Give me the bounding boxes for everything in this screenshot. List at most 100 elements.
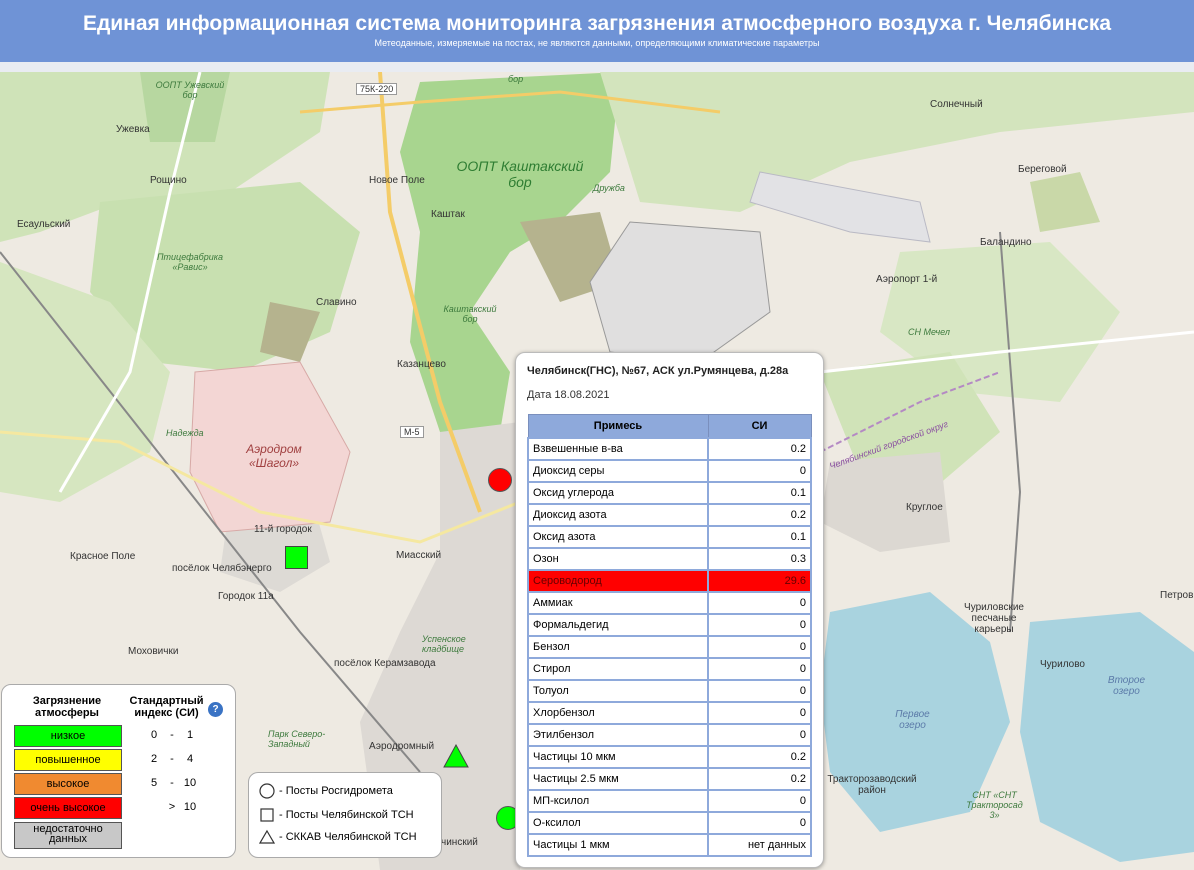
legend-range-to: 10 — [183, 801, 197, 813]
legend-swatch: повышенное — [14, 749, 122, 771]
map-label-uspenskoe: Успенское кладбище — [422, 634, 466, 654]
page-subtitle: Метеоданные, измеряемые на постах, не яв… — [374, 38, 820, 48]
map-label-sn-mechel: СН Мечел — [908, 327, 950, 337]
legend-range-sep: - — [170, 777, 174, 789]
map-label-miassky: Миасский — [396, 550, 442, 561]
pollutant-name: Частицы 10 мкм — [527, 745, 709, 769]
help-icon[interactable]: ? — [208, 702, 223, 717]
pollutant-row: Толуол 0 — [527, 679, 812, 703]
map-label-slavino: Славино — [316, 297, 357, 308]
map-label-airport1: Аэропорт 1-й — [876, 274, 938, 285]
map-label-solnechny: Солнечный — [930, 99, 983, 110]
map-label-krasnoe-pole: Красное Поле — [70, 551, 136, 562]
station-type-legend: - Посты Росгидромета - Посты Челябинской… — [248, 772, 442, 858]
legend-range-to: 10 — [183, 777, 197, 789]
pollutant-si-value: 0 — [707, 789, 812, 813]
map-label-chinsky: чинский — [441, 837, 478, 848]
pollutant-row: Стирол 0 — [527, 657, 812, 681]
legend-swatch: недостаточно данных — [14, 822, 122, 849]
pollutant-si-value: 0.2 — [707, 437, 812, 461]
map-label-mokhovichki: Моховички — [128, 646, 179, 657]
legend-label-skkav: - СККАВ Челябинской ТСН — [279, 831, 417, 843]
pollutant-si-value: 0 — [707, 657, 812, 681]
pollution-legend: Загрязнение атмосферы Стандартный индекс… — [1, 684, 236, 858]
legend-heading-pollution: Загрязнение атмосферы — [32, 695, 102, 719]
map-label-bor-top: бор — [508, 74, 524, 84]
legend-range-sep: - — [170, 729, 174, 741]
pollutant-name: Взвешенные в-ва — [527, 437, 709, 461]
pollutant-row: Оксид углерода 0.1 — [527, 481, 812, 505]
legend-heading-index: Стандартный индекс (СИ) — [129, 695, 204, 719]
pollutant-si-value: 0 — [707, 811, 812, 835]
pollutant-row: Этилбензол 0 — [527, 723, 812, 747]
pollutant-row: Частицы 10 мкм 0.2 — [527, 745, 812, 769]
map-label-aerodrom-shagol: Аэродром «Шагол» — [246, 442, 302, 470]
station-marker-triangle-green[interactable] — [443, 744, 469, 768]
station-marker-square-green[interactable] — [285, 546, 308, 569]
pollutant-name: О-ксилол — [527, 811, 709, 835]
legend-range-to: 1 — [186, 729, 194, 741]
pollutant-table: Примесь СИ Взвешенные в-ва 0.2 Диоксид сер… — [527, 414, 812, 857]
map-label-roschino: Рощино — [150, 175, 187, 186]
legend-range: >10 — [142, 801, 202, 813]
pollutant-si-value: 0.1 — [707, 525, 812, 549]
map-label-kashtak: Каштак — [431, 209, 465, 220]
pollutant-si-value: 0.2 — [707, 767, 812, 791]
pollutant-si-value: 0 — [707, 635, 812, 659]
legend-range-from: 5 — [150, 777, 158, 789]
legend-range-from: 0 — [150, 729, 158, 741]
legend-range-from: 2 — [150, 753, 158, 765]
map-label-lake2: Второе озеро — [1107, 675, 1146, 697]
pollutant-si-value: 0 — [707, 723, 812, 747]
map-label-esaulsky: Есаульский — [17, 219, 71, 230]
map-label-kashtaksky-bor-small: Каштакский бор — [443, 304, 497, 324]
column-header-si: СИ — [707, 414, 812, 439]
map-label-uzhevka: Ужевка — [116, 124, 150, 135]
header-separator — [0, 62, 1194, 72]
station-marker-circle-red[interactable] — [488, 468, 512, 492]
legend-range-sep: > — [168, 801, 176, 813]
map-label-chelyabenergo: посёлок Челябэнерго — [172, 563, 272, 574]
pollutant-si-value: нет данных — [707, 833, 812, 857]
pollutant-row: Формальдегид 0 — [527, 613, 812, 637]
legend-row-rosgidromet: - Посты Росгидромета — [259, 783, 393, 799]
pollutant-name: Хлорбензол — [527, 701, 709, 725]
map-label-gorodok11a: Городок 11а — [218, 591, 274, 602]
map-label-ptitsefabrika: Птицефабрика «Равис» — [157, 252, 223, 272]
legend-range: 5-10 — [142, 777, 202, 789]
map-label-kashtaksky-bor: ООПТ Каштакский бор — [456, 158, 584, 190]
pollutant-row: Частицы 2.5 мкм 0.2 — [527, 767, 812, 791]
legend-swatch: высокое — [14, 773, 122, 795]
legend-range-sep: - — [170, 753, 174, 765]
map-label-churilovo: Чурилово — [1040, 659, 1085, 670]
pollutant-name: Аммиак — [527, 591, 709, 615]
map-label-nadezhda: Надежда — [166, 428, 204, 438]
pollutant-name: Бензол — [527, 635, 709, 659]
map-label-petrov: Петров — [1160, 590, 1194, 601]
map-label-balandino: Баландино — [980, 237, 1032, 248]
pollutant-row: Взвешенные в-ва 0.2 — [527, 437, 812, 461]
triangle-icon — [259, 829, 275, 844]
legend-label-tsn: - Посты Челябинской ТСН — [279, 809, 414, 821]
map-label-lake1: Первое озеро — [895, 709, 930, 731]
pollutant-si-value: 0 — [707, 701, 812, 725]
pollutant-name: Диоксид серы — [527, 459, 709, 483]
pollutant-row: Диоксид азота 0.2 — [527, 503, 812, 527]
legend-swatch: низкое — [14, 725, 122, 747]
page-title: Единая информационная система мониторинг… — [82, 12, 1112, 35]
map-label-snt: СНТ «СНТ Трактороса­д 3» — [966, 790, 1023, 820]
square-icon — [260, 808, 274, 822]
pollutant-name: Оксид углерода — [527, 481, 709, 505]
pollutant-name: Формальдегид — [527, 613, 709, 637]
pollutant-name: Оксид азота — [527, 525, 709, 549]
pollutant-si-value: 0 — [707, 591, 812, 615]
pollutant-si-value: 0 — [707, 679, 812, 703]
pollutant-name: Этилбензол — [527, 723, 709, 747]
map-label-novoe-pole: Новое Поле — [369, 175, 425, 186]
pollutant-name: Диоксид азота — [527, 503, 709, 527]
pollutant-row: Аммиак 0 — [527, 591, 812, 615]
pollutant-row: Бензол 0 — [527, 635, 812, 659]
pollutant-row: Диоксид серы 0 — [527, 459, 812, 483]
pollutant-row: О-ксилол 0 — [527, 811, 812, 835]
map-label-park: Парк Северо-Западный — [268, 729, 326, 749]
